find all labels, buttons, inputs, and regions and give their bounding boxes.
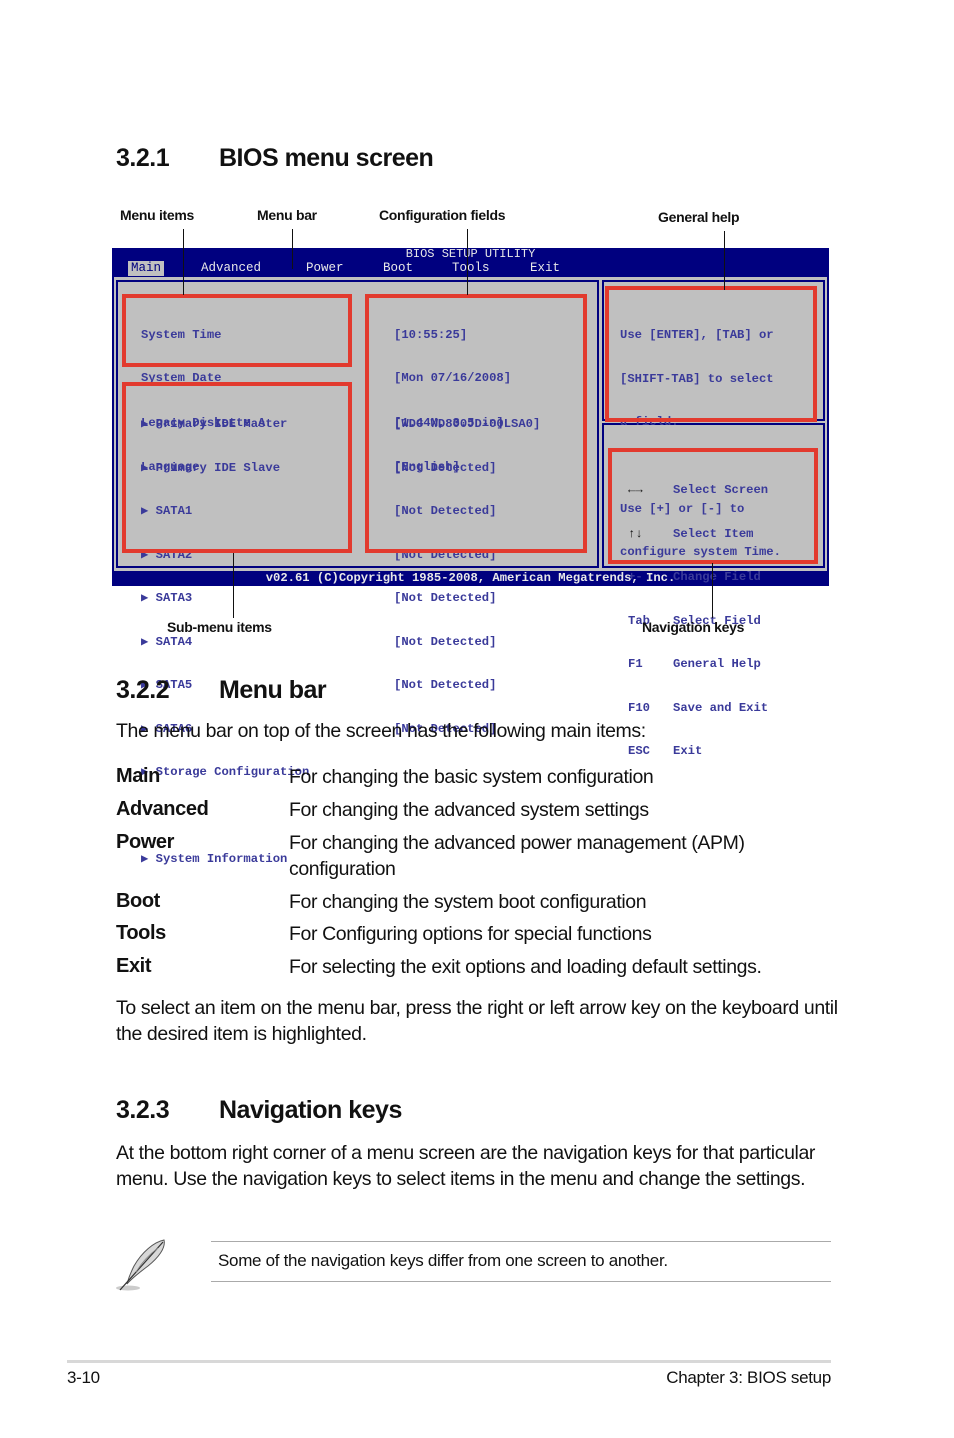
term-exit: Exit xyxy=(116,955,152,977)
section-number: 3.2.2 xyxy=(116,676,170,704)
navigation-keys-body: At the bottom right corner of a menu scr… xyxy=(116,1142,816,1190)
bios-copyright-footer: v02.61 (C)Copyright 1985-2008, American … xyxy=(265,571,676,585)
submenu-value: [Not Detected] xyxy=(394,591,497,605)
submenu-item[interactable]: ▶ SATA4 xyxy=(141,635,309,650)
submenu-item[interactable]: ▶ Storage Configuration xyxy=(141,765,309,780)
callout-menu-bar: Menu bar xyxy=(257,207,317,223)
leader-line-submenu-items xyxy=(233,553,234,618)
leader-line-general-help xyxy=(724,231,725,290)
highlight-config-fields xyxy=(365,294,587,553)
submenu-item[interactable]: ▶ System Information xyxy=(141,852,309,867)
section-title: Menu bar xyxy=(219,676,327,704)
note-top-rule xyxy=(211,1241,831,1242)
submenu-arrow-icon: ▶ xyxy=(141,591,149,605)
section-number: 3.2.1 xyxy=(116,144,170,172)
submenu-arrow-icon: ▶ xyxy=(141,852,149,866)
def-tools: For Configuring options for special func… xyxy=(289,923,652,945)
callout-menu-items: Menu items xyxy=(120,207,195,223)
leader-line-config-fields xyxy=(467,229,468,295)
submenu-item[interactable]: ▶ SATA3 xyxy=(141,591,309,606)
term-power: Power xyxy=(116,831,175,853)
highlight-navigation-keys xyxy=(608,448,818,564)
section-number: 3.2.3 xyxy=(116,1096,170,1124)
bios-screen: BIOS SETUP UTILITY Main Advanced Power B… xyxy=(112,247,829,866)
nav-key-row: F10 Save and Exit xyxy=(628,700,769,715)
section-heading-menu-bar: 3.2.2 Menu bar xyxy=(116,676,327,705)
highlight-submenu-items xyxy=(122,382,352,553)
page-number: 3-10 xyxy=(67,1368,100,1387)
menu-bar-outro: To select an item on the menu bar, press… xyxy=(116,997,838,1045)
bios-menu-power[interactable]: Power xyxy=(303,261,347,276)
nav-key-row: ESC Exit xyxy=(628,744,703,758)
def-power: For changing the advanced power manageme… xyxy=(289,832,745,880)
def-main: For changing the basic system configurat… xyxy=(289,766,654,788)
callout-configuration-fields: Configuration fields xyxy=(379,207,506,223)
def-boot: For changing the system boot configurati… xyxy=(289,891,647,913)
term-boot: Boot xyxy=(116,890,160,912)
def-exit: For selecting the exit options and loadi… xyxy=(289,956,762,978)
section-heading-navigation-keys: 3.2.3 Navigation keys xyxy=(116,1096,402,1125)
term-tools: Tools xyxy=(116,922,166,944)
callout-submenu-items: Sub-menu items xyxy=(167,619,272,635)
leader-line-menu-bar xyxy=(292,229,293,269)
bios-body: System Time System Date Legacy Diskette … xyxy=(114,277,827,866)
section-heading-bios-menu-screen: 3.2.1 BIOS menu screen xyxy=(116,144,434,173)
bios-menu-bar: Main Advanced Power Boot Tools Exit xyxy=(112,261,829,276)
bios-menu-tools[interactable]: Tools xyxy=(449,261,493,276)
highlight-general-help xyxy=(605,286,817,422)
bios-title: BIOS SETUP UTILITY xyxy=(405,247,536,261)
chapter-title: Chapter 3: BIOS setup xyxy=(666,1368,831,1387)
nav-key-row: F1 General Help xyxy=(628,657,761,671)
bios-menu-main[interactable]: Main xyxy=(128,261,165,276)
footer-rule xyxy=(67,1360,831,1363)
submenu-arrow-icon: ▶ xyxy=(141,634,149,649)
section-title: Navigation keys xyxy=(219,1096,402,1124)
bios-menu-advanced[interactable]: Advanced xyxy=(198,261,264,276)
note-bottom-rule xyxy=(211,1281,831,1282)
section-title: BIOS menu screen xyxy=(219,144,434,172)
feather-pen-icon xyxy=(114,1236,172,1294)
term-main: Main xyxy=(116,765,160,787)
submenu-value: [Not Detected] xyxy=(394,678,497,692)
term-advanced: Advanced xyxy=(116,798,209,820)
callout-general-help: General help xyxy=(658,209,740,225)
leader-line-navigation-keys xyxy=(712,563,713,618)
leader-line-menu-items xyxy=(183,229,184,295)
note-text: Some of the navigation keys differ from … xyxy=(218,1251,668,1270)
highlight-menu-items xyxy=(122,294,352,367)
def-advanced: For changing the advanced system setting… xyxy=(289,799,649,821)
bios-menu-boot[interactable]: Boot xyxy=(380,261,416,276)
submenu-value: [Not Detected] xyxy=(394,634,497,649)
callout-navigation-keys: Navigation keys xyxy=(642,619,745,635)
menu-bar-intro: The menu bar on top of the screen has th… xyxy=(116,720,646,742)
bios-menu-exit[interactable]: Exit xyxy=(527,261,563,276)
